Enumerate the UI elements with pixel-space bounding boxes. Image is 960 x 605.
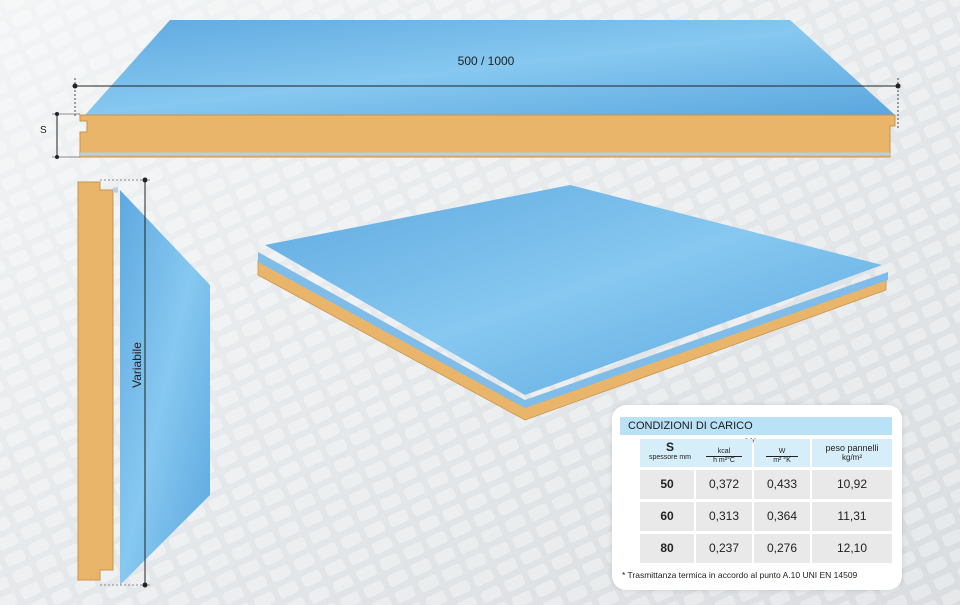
cell-kcal: 0,237 xyxy=(696,534,752,563)
header-weight-label: peso pannelli xyxy=(825,443,879,453)
load-conditions-table: CONDIZIONI DI CARICO S spessore mm U* kc… xyxy=(612,405,902,590)
footnote: * Trasmittanza termica in accordo al pun… xyxy=(622,570,858,580)
length-dimension-label: Variabile xyxy=(130,342,144,388)
header-kcal-num: kcal xyxy=(717,448,731,455)
cell-s: 50 xyxy=(640,470,694,499)
table-row: 60 0,313 0,364 11,31 xyxy=(640,502,892,531)
header-w-num: W xyxy=(778,448,786,455)
table-title: CONDIZIONI DI CARICO xyxy=(620,417,892,435)
width-dimension-label: 500 / 1000 xyxy=(457,54,515,68)
header-w-den: m² °K xyxy=(773,457,791,464)
cell-peso: 11,31 xyxy=(812,502,892,531)
header-s: S spessore mm xyxy=(640,439,700,467)
header-w: W m² °K xyxy=(754,439,810,467)
top-panel-edge xyxy=(79,114,896,158)
header-kcal-den: h m²°C xyxy=(713,457,735,464)
cell-w: 0,364 xyxy=(754,502,810,531)
header-kcal: kcal h m²°C xyxy=(696,439,752,467)
cell-w: 0,276 xyxy=(754,534,810,563)
table-row: 80 0,237 0,276 12,10 xyxy=(640,534,892,563)
cell-kcal: 0,372 xyxy=(696,470,752,499)
side-panel-edge xyxy=(77,181,114,581)
header-s-label: S xyxy=(665,440,674,454)
cell-s: 80 xyxy=(640,534,694,563)
cell-w: 0,433 xyxy=(754,470,810,499)
cell-peso: 10,92 xyxy=(812,470,892,499)
header-weight: peso pannelli kg/m² xyxy=(812,439,892,467)
cell-kcal: 0,313 xyxy=(696,502,752,531)
thickness-dimension-label: S xyxy=(40,125,47,136)
cell-s: 60 xyxy=(640,502,694,531)
header-s-sub: spessore mm xyxy=(648,454,691,461)
header-weight-unit: kg/m² xyxy=(842,453,862,462)
cell-peso: 12,10 xyxy=(812,534,892,563)
table-row: 50 0,372 0,433 10,92 xyxy=(640,470,892,499)
